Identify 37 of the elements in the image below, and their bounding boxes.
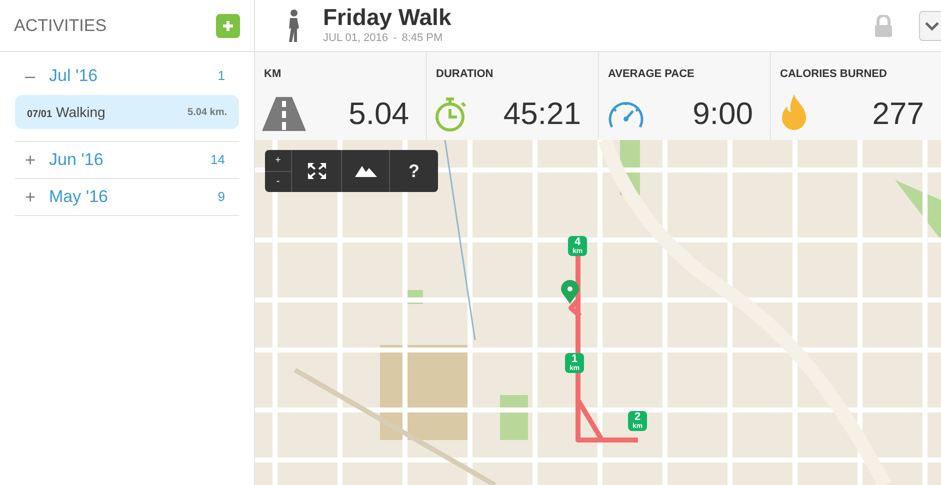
toggle-sign[interactable]: – bbox=[25, 62, 39, 90]
month-count: 14 bbox=[210, 151, 225, 170]
mountain-icon bbox=[354, 165, 376, 177]
chevron-down-icon bbox=[925, 20, 939, 30]
stat-value: 277 bbox=[872, 94, 924, 132]
month-label: Jun '16 bbox=[49, 149, 104, 172]
stat-label: DURATION bbox=[436, 67, 494, 82]
sidebar-title: ACTIVITIES bbox=[14, 14, 107, 37]
item-name: Walking bbox=[56, 102, 106, 122]
stat-value: 5.04 bbox=[348, 94, 409, 132]
activity-item[interactable]: 07/01 Walking 5.04 km. bbox=[15, 95, 239, 129]
zoom-out-button[interactable]: - bbox=[265, 172, 291, 192]
road-icon bbox=[262, 96, 306, 131]
help-button[interactable]: ? bbox=[390, 150, 438, 192]
date-separator: - bbox=[393, 31, 397, 46]
item-date: 07/01 bbox=[27, 108, 52, 122]
month-label: May '16 bbox=[49, 186, 108, 208]
toggle-sign[interactable]: + bbox=[25, 146, 39, 174]
stat-value: 9:00 bbox=[692, 94, 753, 132]
zoom-in-button[interactable]: + bbox=[265, 150, 291, 172]
stopwatch-icon bbox=[434, 94, 468, 133]
toggle-sign[interactable]: + bbox=[25, 184, 39, 210]
month-label: Jul '16 bbox=[49, 65, 98, 88]
expand-icon bbox=[306, 162, 326, 180]
stat-label: CALORIES BURNED bbox=[780, 67, 888, 82]
month-count: 9 bbox=[218, 188, 225, 206]
item-distance: 5.04 km. bbox=[188, 106, 227, 120]
location-pin-icon bbox=[561, 280, 579, 304]
activity-time: 8:45 PM bbox=[402, 31, 443, 46]
activity-title: Friday Walk bbox=[323, 4, 452, 30]
dropdown-button[interactable] bbox=[919, 10, 941, 40]
stat-value: 45:21 bbox=[503, 94, 581, 132]
plus-icon bbox=[223, 20, 233, 30]
stat-label: AVERAGE PACE bbox=[608, 67, 696, 82]
month-count: 1 bbox=[218, 67, 225, 86]
stat-label: KM bbox=[264, 67, 282, 82]
activity-date: JUL 01, 2016 bbox=[323, 31, 388, 46]
